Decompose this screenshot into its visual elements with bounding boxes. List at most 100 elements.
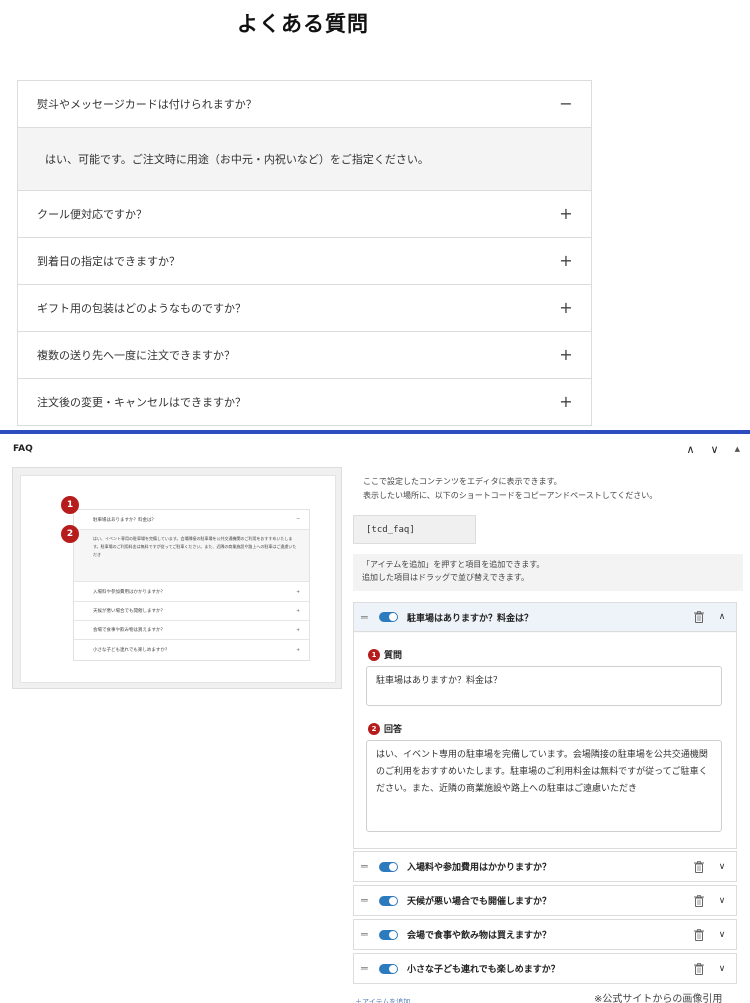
faq-item[interactable]: 熨斗やメッセージカードは付けられますか？ − はい、可能です。ご注文時に用途（お… <box>18 81 591 190</box>
repeater-item-header[interactable]: ═ 入場料や参加費用はかかりますか？ ∨ <box>354 852 736 881</box>
repeater-item[interactable]: ═ 会場で食事や飲み物は買えますか？ ∨ <box>353 919 737 950</box>
plus-icon: + <box>296 589 300 595</box>
plus-icon[interactable]: + <box>559 206 573 222</box>
answer-label-text: 回答 <box>384 725 403 735</box>
number-badge-1: 1 <box>61 496 79 514</box>
repeater-item-header[interactable]: ═ 駐車場はありますか？料金は？ ∧ <box>354 603 736 632</box>
chevron-down-icon[interactable]: ∨ <box>716 930 728 940</box>
repeater-item-header[interactable]: ═ 会場で食事や飲み物は買えますか？ ∨ <box>354 920 736 949</box>
repeater-item-title: 天候が悪い場合でも開催しますか？ <box>407 897 552 907</box>
drag-handle-icon[interactable]: ═ <box>361 894 372 907</box>
faq-item[interactable]: 注文後の変更・キャンセルはできますか？ + <box>18 378 591 425</box>
mini-faq-question: 入場料や参加費用はかかりますか？ <box>93 590 165 595</box>
question-label-text: 質問 <box>384 651 403 661</box>
hint-text: 「アイテムを追加」を押すと項目を追加できます。 追加した項目はドラッグで並び替え… <box>362 560 545 582</box>
plus-icon[interactable]: + <box>559 253 573 269</box>
faq-question-text: 注文後の変更・キャンセルはできますか？ <box>37 396 246 409</box>
answer-label: 2 回答 <box>368 722 402 735</box>
faq-question-row[interactable]: クール便対応ですか？ + <box>18 191 591 237</box>
repeater-item-title: 会場で食事や飲み物は買えますか？ <box>407 931 552 941</box>
mini-faq-row: 会場で食事や飲み物は買えますか？ + <box>74 621 309 640</box>
repeater-item[interactable]: ═ 入場料や参加費用はかかりますか？ ∨ <box>353 851 737 882</box>
mini-faq-question: 会場で食事や飲み物は買えますか？ <box>93 628 165 633</box>
collapse-toggle-icon[interactable]: ▲ <box>735 445 740 453</box>
shortcode-description: ここで設定したコンテンツをエディタに表示できます。 表示したい場所に、以下のショ… <box>363 475 743 503</box>
faq-question-text: クール便対応ですか？ <box>37 208 147 221</box>
chevron-down-icon[interactable]: ∨ <box>716 862 728 872</box>
chevron-down-icon[interactable]: ∨ <box>716 964 728 974</box>
mini-faq-question: 駐車場はありますか？料金は？ <box>93 517 156 523</box>
number-badge-2: 2 <box>368 722 380 735</box>
enable-toggle[interactable] <box>379 861 398 872</box>
faq-answer: はい、可能です。ご注文時に用途（お中元・内祝いなど）をご指定ください。 <box>18 127 591 190</box>
faq-item[interactable]: ギフト用の包装はどのようなものですか？ + <box>18 284 591 331</box>
faq-question-row[interactable]: ギフト用の包装はどのようなものですか？ + <box>18 285 591 331</box>
enable-toggle[interactable] <box>379 895 398 906</box>
panel-controls: ∧ ∨ ▲ <box>686 443 740 456</box>
add-item-link[interactable]: ＋アイテムを追加 <box>355 995 410 1003</box>
faq-question-text: ギフト用の包装はどのようなものですか？ <box>37 302 246 315</box>
move-down-icon[interactable]: ∨ <box>711 443 719 456</box>
faq-question-row[interactable]: 複数の送り先へ一度に注文できますか？ + <box>18 332 591 378</box>
drag-handle-icon[interactable]: ═ <box>361 928 372 941</box>
enable-toggle[interactable] <box>379 612 398 622</box>
faq-item[interactable]: 到着日の指定はできますか？ + <box>18 237 591 284</box>
trash-icon[interactable] <box>692 894 706 907</box>
mini-faq-row: 入場料や参加費用はかかりますか？ + <box>74 583 309 602</box>
trash-icon[interactable] <box>692 611 706 623</box>
enable-toggle[interactable] <box>379 929 398 940</box>
plus-icon[interactable]: + <box>559 394 573 410</box>
faq-question-row[interactable]: 注文後の変更・キャンセルはできますか？ + <box>18 379 591 425</box>
drag-handle-icon[interactable]: ═ <box>361 962 372 975</box>
mini-faq-answer: はい、イベント専用の駐車場を完備しています。会場隣接の駐車場を公共交通機関のご利… <box>74 530 309 582</box>
trash-icon[interactable] <box>692 860 706 873</box>
repeater-item[interactable]: ═ 小さな子ども連れでも楽しめますか？ ∨ <box>353 953 737 984</box>
enable-toggle[interactable] <box>379 963 398 974</box>
question-input[interactable]: 駐車場はありますか？料金は？ <box>366 666 722 706</box>
faq-editor-section: FAQ ∧ ∨ ▲ 駐車場はありますか？料金は？ − はい、イベント専用の駐車場… <box>0 434 750 1003</box>
plus-icon[interactable]: + <box>559 300 573 316</box>
number-badge-1: 1 <box>368 648 380 661</box>
repeater-item[interactable]: ═ 天候が悪い場合でも開催しますか？ ∨ <box>353 885 737 916</box>
faq-answer-text: はい、可能です。ご注文時に用途（お中元・内祝いなど）をご指定ください。 <box>45 153 429 166</box>
faq-item[interactable]: 複数の送り先へ一度に注文できますか？ + <box>18 331 591 378</box>
drag-handle-icon[interactable]: ═ <box>361 860 372 873</box>
trash-icon[interactable] <box>692 928 706 941</box>
description-text: ここで設定したコンテンツをエディタに表示できます。 表示したい場所に、以下のショ… <box>363 477 658 500</box>
mini-faq-row: 駐車場はありますか？料金は？ − <box>74 510 309 530</box>
repeater-item-open[interactable]: ═ 駐車場はありますか？料金は？ ∧ 1 質問 駐車場はありますか？料金は？ 2… <box>353 602 737 849</box>
image-credit-note: ※公式サイトからの画像引用 <box>594 994 723 1003</box>
move-up-icon[interactable]: ∧ <box>686 443 694 456</box>
minus-icon[interactable]: − <box>559 96 573 112</box>
faq-question-text: 複数の送り先へ一度に注文できますか？ <box>37 349 235 362</box>
trash-icon[interactable] <box>692 962 706 975</box>
minus-icon: − <box>296 517 300 522</box>
add-item-hint: 「アイテムを追加」を押すと項目を追加できます。 追加した項目はドラッグで並び替え… <box>353 554 743 591</box>
mini-faq: 駐車場はありますか？料金は？ − はい、イベント専用の駐車場を完備しています。会… <box>73 509 310 661</box>
faq-question-row[interactable]: 到着日の指定はできますか？ + <box>18 238 591 284</box>
repeater-item-header[interactable]: ═ 天候が悪い場合でも開催しますか？ ∨ <box>354 886 736 915</box>
shortcode-field[interactable]: [tcd_faq] <box>353 515 476 544</box>
faq-accordion: 熨斗やメッセージカードは付けられますか？ − はい、可能です。ご注文時に用途（お… <box>17 80 592 426</box>
mini-faq-question: 小さな子ども連れでも楽しめますか？ <box>93 648 170 653</box>
repeater-item-title: 入場料や参加費用はかかりますか？ <box>407 863 552 873</box>
preview-thumbnail: 駐車場はありますか？料金は？ − はい、イベント専用の駐車場を完備しています。会… <box>12 467 342 689</box>
chevron-up-icon[interactable]: ∧ <box>716 612 728 622</box>
chevron-down-icon[interactable]: ∨ <box>716 896 728 906</box>
drag-handle-icon[interactable]: ═ <box>361 611 372 624</box>
preview-canvas: 駐車場はありますか？料金は？ − はい、イベント専用の駐車場を完備しています。会… <box>20 475 336 683</box>
repeater-item-title: 小さな子ども連れでも楽しめますか？ <box>407 965 560 975</box>
mini-faq-row: 天候が悪い場合でも開催しますか？ + <box>74 602 309 621</box>
panel-title: FAQ <box>13 444 33 454</box>
question-label: 1 質問 <box>368 648 402 661</box>
faq-question-row[interactable]: 熨斗やメッセージカードは付けられますか？ − <box>18 81 591 127</box>
faq-preview-section: よくある質問 熨斗やメッセージカードは付けられますか？ − はい、可能です。ご注… <box>0 0 750 430</box>
plus-icon[interactable]: + <box>559 347 573 363</box>
faq-item[interactable]: クール便対応ですか？ + <box>18 190 591 237</box>
answer-textarea[interactable]: はい、イベント専用の駐車場を完備しています。会場隣接の駐車場を公共交通機関のご利… <box>366 740 722 832</box>
plus-icon: + <box>296 608 300 614</box>
repeater-item-header[interactable]: ═ 小さな子ども連れでも楽しめますか？ ∨ <box>354 954 736 983</box>
faq-question-text: 熨斗やメッセージカードは付けられますか？ <box>37 98 257 111</box>
panel-header: FAQ ∧ ∨ ▲ <box>0 434 750 464</box>
mini-faq-question: 天候が悪い場合でも開催しますか？ <box>93 609 165 614</box>
